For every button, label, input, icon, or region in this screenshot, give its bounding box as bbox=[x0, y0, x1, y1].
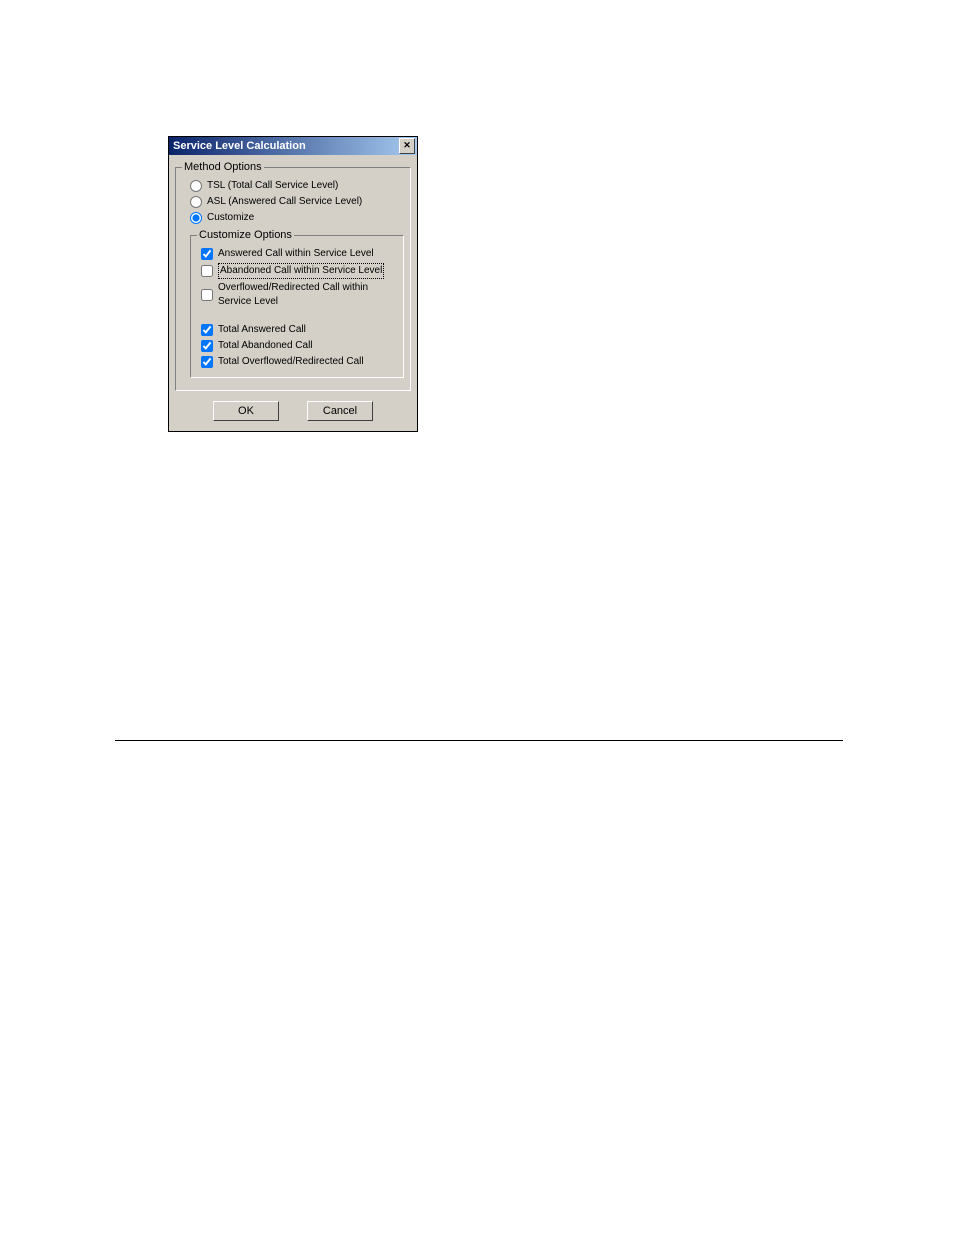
customize-options-legend: Customize Options bbox=[197, 229, 294, 241]
spacer bbox=[197, 311, 397, 321]
label-customize: Customize bbox=[207, 211, 254, 225]
check-overflow-within[interactable] bbox=[201, 289, 213, 301]
label-total-overflow: Total Overflowed/Redirected Call bbox=[218, 355, 364, 369]
radio-asl[interactable] bbox=[190, 196, 202, 208]
label-abandoned-within: Abandoned Call within Service Level bbox=[218, 263, 384, 279]
title-bar[interactable]: Service Level Calculation ✕ bbox=[169, 137, 417, 155]
check-row-total-overflow: Total Overflowed/Redirected Call bbox=[197, 355, 397, 369]
check-row-total-abandoned: Total Abandoned Call bbox=[197, 339, 397, 353]
close-button[interactable]: ✕ bbox=[399, 138, 415, 154]
method-options-legend: Method Options bbox=[182, 161, 264, 173]
radio-customize[interactable] bbox=[190, 212, 202, 224]
dialog-body: Method Options TSL (Total Call Service L… bbox=[169, 155, 417, 431]
label-total-abandoned: Total Abandoned Call bbox=[218, 339, 313, 353]
customize-options-group: Customize Options Answered Call within S… bbox=[190, 229, 404, 378]
label-overflow-within: Overflowed/Redirected Call within Servic… bbox=[218, 281, 397, 309]
ok-button[interactable]: OK bbox=[213, 401, 279, 421]
dialog-title: Service Level Calculation bbox=[173, 137, 306, 155]
horizontal-rule bbox=[115, 740, 843, 741]
radio-row-asl: ASL (Answered Call Service Level) bbox=[182, 195, 404, 209]
label-tsl: TSL (Total Call Service Level) bbox=[207, 179, 338, 193]
check-abandoned-within[interactable] bbox=[201, 265, 213, 277]
cancel-button[interactable]: Cancel bbox=[307, 401, 373, 421]
label-total-answered: Total Answered Call bbox=[218, 323, 306, 337]
check-row-overflow-within: Overflowed/Redirected Call within Servic… bbox=[197, 281, 397, 309]
label-asl: ASL (Answered Call Service Level) bbox=[207, 195, 362, 209]
method-options-group: Method Options TSL (Total Call Service L… bbox=[175, 161, 411, 391]
radio-row-tsl: TSL (Total Call Service Level) bbox=[182, 179, 404, 193]
radio-row-customize: Customize bbox=[182, 211, 404, 225]
check-total-answered[interactable] bbox=[201, 324, 213, 336]
check-answered-within[interactable] bbox=[201, 248, 213, 260]
check-total-overflow[interactable] bbox=[201, 356, 213, 368]
button-row: OK Cancel bbox=[175, 397, 411, 425]
check-row-answered-within: Answered Call within Service Level bbox=[197, 247, 397, 261]
check-row-abandoned-within: Abandoned Call within Service Level bbox=[197, 263, 397, 279]
check-total-abandoned[interactable] bbox=[201, 340, 213, 352]
close-icon: ✕ bbox=[403, 140, 411, 150]
label-answered-within: Answered Call within Service Level bbox=[218, 247, 374, 261]
service-level-dialog: Service Level Calculation ✕ Method Optio… bbox=[168, 136, 418, 432]
radio-tsl[interactable] bbox=[190, 180, 202, 192]
check-row-total-answered: Total Answered Call bbox=[197, 323, 397, 337]
